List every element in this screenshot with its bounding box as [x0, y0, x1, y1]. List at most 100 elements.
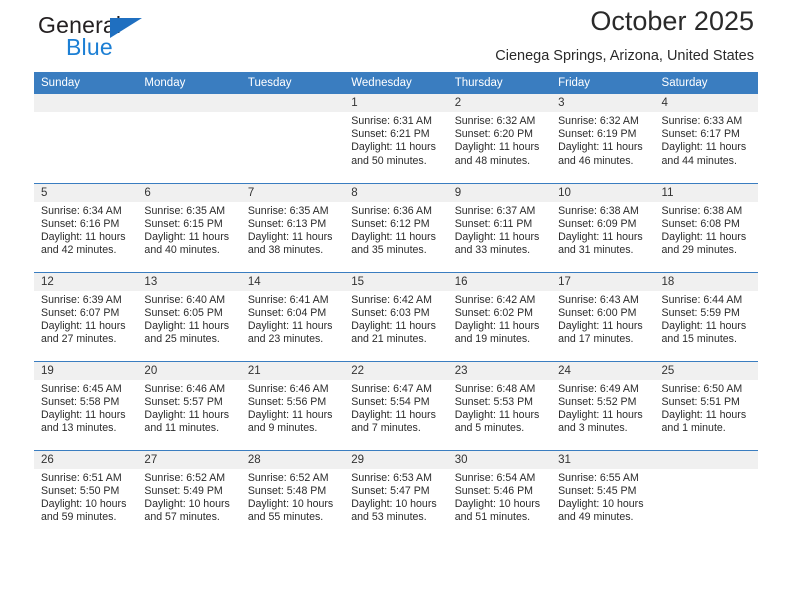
day-number: 15	[344, 272, 448, 291]
daylight-duration-line2: and 7 minutes.	[351, 422, 421, 435]
day-details: Sunrise: 6:54 AM Sunset: 5:46 PM Daylight:…	[448, 469, 551, 525]
calendar-day-cell[interactable]: 31 Sunrise: 6:55 AM Sunset: 5:45 PM Dayligh…	[551, 449, 655, 539]
calendar-day-cell[interactable]: 11 Sunrise: 6:38 AM Sunset: 6:08 PM Dayligh…	[654, 182, 758, 272]
daylight-duration-line2: and 29 minutes.	[661, 244, 737, 257]
day-details: Sunrise: 6:44 AM Sunset: 5:59 PM Daylight:…	[655, 291, 758, 347]
day-number: 16	[447, 272, 552, 291]
calendar-day-cell[interactable]: 22 Sunrise: 6:47 AM Sunset: 5:54 PM Dayligh…	[344, 360, 448, 450]
sunrise-time: Sunrise: 6:45 AM	[41, 382, 122, 395]
day-details: Sunrise: 6:32 AM Sunset: 6:19 PM Daylight:…	[551, 112, 654, 168]
daylight-duration-line2: and 49 minutes.	[558, 511, 634, 524]
calendar-day-cell[interactable]: 1 Sunrise: 6:31 AM Sunset: 6:21 PM Daylight…	[344, 94, 448, 183]
daylight-duration-line2: and 1 minute.	[661, 422, 726, 435]
sunrise-time: Sunrise: 6:54 AM	[454, 471, 536, 484]
daylight-duration-line1: Daylight: 11 hours	[661, 408, 747, 421]
calendar-day-cell[interactable]: 9 Sunrise: 6:37 AM Sunset: 6:11 PM Daylight…	[447, 182, 552, 272]
day-details: Sunrise: 6:31 AM Sunset: 6:21 PM Daylight:…	[344, 112, 447, 168]
calendar-day-cell[interactable]: 7 Sunrise: 6:35 AM Sunset: 6:13 PM Daylight…	[240, 182, 345, 272]
weekday-header-friday: Friday	[551, 72, 655, 94]
daylight-duration-line1: Daylight: 11 hours	[558, 230, 643, 243]
calendar-day-cell[interactable]: 3 Sunrise: 6:32 AM Sunset: 6:19 PM Daylight…	[551, 94, 655, 183]
sunrise-time: Sunrise: 6:32 AM	[454, 115, 536, 127]
calendar-cell-empty	[137, 94, 241, 183]
sunset-time: Sunset: 6:05 PM	[144, 306, 223, 319]
calendar-day-cell[interactable]: 27 Sunrise: 6:52 AM Sunset: 5:49 PM Dayligh…	[137, 449, 241, 539]
weekday-header-wednesday: Wednesday	[344, 72, 448, 94]
calendar-day-cell[interactable]: 5 Sunrise: 6:34 AM Sunset: 6:16 PM Daylight…	[34, 182, 138, 272]
day-number: 5	[34, 183, 138, 202]
calendar-day-cell[interactable]: 4 Sunrise: 6:33 AM Sunset: 6:17 PM Daylight…	[654, 94, 758, 183]
general-blue-logo[interactable]: General Blue	[38, 12, 218, 66]
calendar-day-cell[interactable]: 8 Sunrise: 6:36 AM Sunset: 6:12 PM Daylight…	[344, 182, 448, 272]
day-number: 22	[344, 361, 448, 380]
calendar-day-cell[interactable]: 13 Sunrise: 6:40 AM Sunset: 6:05 PM Dayligh…	[137, 271, 241, 361]
sunset-time: Sunset: 5:54 PM	[351, 395, 430, 408]
daylight-duration-line1: Daylight: 11 hours	[41, 408, 126, 421]
day-details: Sunrise: 6:48 AM Sunset: 5:53 PM Daylight:…	[448, 380, 551, 436]
calendar-day-cell[interactable]: 24 Sunrise: 6:49 AM Sunset: 5:52 PM Dayligh…	[551, 360, 655, 450]
calendar-day-cell[interactable]: 21 Sunrise: 6:46 AM Sunset: 5:56 PM Dayligh…	[240, 360, 345, 450]
sunrise-time: Sunrise: 6:43 AM	[558, 293, 639, 306]
calendar-day-cell[interactable]: 23 Sunrise: 6:48 AM Sunset: 5:53 PM Dayligh…	[447, 360, 552, 450]
sunrise-time: Sunrise: 6:44 AM	[661, 293, 743, 306]
sunset-time: Sunset: 6:21 PM	[351, 128, 430, 141]
page-title: October 2025	[590, 6, 754, 36]
daylight-duration-line2: and 35 minutes.	[351, 244, 427, 257]
daylight-duration-line2: and 57 minutes.	[144, 511, 220, 524]
calendar-day-cell[interactable]: 14 Sunrise: 6:41 AM Sunset: 6:04 PM Dayligh…	[240, 271, 345, 361]
calendar-day-cell[interactable]: 20 Sunrise: 6:46 AM Sunset: 5:57 PM Dayligh…	[137, 360, 241, 450]
sunrise-time: Sunrise: 6:42 AM	[351, 293, 432, 306]
day-number: 14	[240, 272, 345, 291]
calendar-day-cell[interactable]: 18 Sunrise: 6:44 AM Sunset: 5:59 PM Dayligh…	[654, 271, 758, 361]
day-details: Sunrise: 6:39 AM Sunset: 6:07 PM Daylight:…	[34, 291, 137, 347]
day-number: 9	[447, 183, 552, 202]
calendar-day-cell[interactable]: 30 Sunrise: 6:54 AM Sunset: 5:46 PM Dayligh…	[447, 449, 552, 539]
sunrise-time: Sunrise: 6:52 AM	[144, 471, 226, 484]
calendar-day-cell[interactable]: 25 Sunrise: 6:50 AM Sunset: 5:51 PM Dayligh…	[654, 360, 758, 450]
calendar-day-cell[interactable]: 6 Sunrise: 6:35 AM Sunset: 6:15 PM Daylight…	[137, 182, 241, 272]
daylight-duration-line1: Daylight: 11 hours	[351, 141, 436, 154]
weekday-header-sunday: Sunday	[34, 72, 138, 94]
sunrise-time: Sunrise: 6:38 AM	[661, 204, 743, 217]
day-number: 26	[34, 450, 138, 469]
sunset-time: Sunset: 5:52 PM	[558, 395, 637, 408]
daylight-duration-line1: Daylight: 11 hours	[661, 141, 747, 154]
calendar-day-cell[interactable]: 16 Sunrise: 6:42 AM Sunset: 6:02 PM Dayligh…	[447, 271, 552, 361]
calendar-week-row: 1 Sunrise: 6:31 AM Sunset: 6:21 PM Daylight…	[34, 94, 758, 183]
daylight-duration-line2: and 50 minutes.	[351, 154, 427, 167]
weekday-header-row: Sunday Monday Tuesday Wednesday Thursday…	[34, 72, 758, 94]
daylight-duration-line2: and 42 minutes.	[41, 244, 117, 257]
calendar-day-cell[interactable]: 15 Sunrise: 6:42 AM Sunset: 6:03 PM Dayligh…	[344, 271, 448, 361]
sunset-time: Sunset: 6:16 PM	[41, 217, 120, 230]
day-number	[240, 94, 345, 112]
daylight-duration-line1: Daylight: 10 hours	[454, 497, 541, 510]
sunrise-time: Sunrise: 6:31 AM	[351, 115, 432, 127]
day-number	[654, 450, 758, 469]
calendar-day-cell[interactable]: 28 Sunrise: 6:52 AM Sunset: 5:48 PM Dayligh…	[240, 449, 345, 539]
sunrise-time: Sunrise: 6:32 AM	[558, 115, 639, 127]
calendar-day-cell[interactable]: 17 Sunrise: 6:43 AM Sunset: 6:00 PM Dayligh…	[551, 271, 655, 361]
calendar-day-cell[interactable]: 12 Sunrise: 6:39 AM Sunset: 6:07 PM Dayligh…	[34, 271, 138, 361]
daylight-duration-line2: and 27 minutes.	[41, 333, 117, 346]
triangle-icon	[110, 18, 142, 38]
calendar-week-row: 19 Sunrise: 6:45 AM Sunset: 5:58 PM Dayligh…	[34, 360, 758, 450]
sunrise-time: Sunrise: 6:33 AM	[661, 115, 743, 127]
sunset-time: Sunset: 5:59 PM	[661, 306, 740, 319]
calendar-day-cell[interactable]: 19 Sunrise: 6:45 AM Sunset: 5:58 PM Dayligh…	[34, 360, 138, 450]
daylight-duration-line1: Daylight: 11 hours	[247, 319, 333, 332]
daylight-duration-line2: and 23 minutes.	[247, 333, 324, 346]
sunset-time: Sunset: 6:19 PM	[558, 128, 637, 141]
day-number: 11	[654, 183, 758, 202]
calendar-day-cell[interactable]: 2 Sunrise: 6:32 AM Sunset: 6:20 PM Daylight…	[447, 94, 552, 183]
day-details: Sunrise: 6:33 AM Sunset: 6:17 PM Daylight:…	[655, 112, 758, 168]
day-number: 19	[34, 361, 138, 380]
sunrise-time: Sunrise: 6:38 AM	[558, 204, 639, 217]
daylight-duration-line2: and 31 minutes.	[558, 244, 634, 257]
calendar-day-cell[interactable]: 26 Sunrise: 6:51 AM Sunset: 5:50 PM Dayligh…	[34, 449, 138, 539]
sunset-time: Sunset: 6:03 PM	[351, 306, 430, 319]
sunset-time: Sunset: 5:56 PM	[247, 395, 327, 408]
calendar-day-cell[interactable]: 10 Sunrise: 6:38 AM Sunset: 6:09 PM Dayligh…	[551, 182, 655, 272]
day-details: Sunrise: 6:46 AM Sunset: 5:56 PM Daylight:…	[241, 380, 344, 436]
day-details: Sunrise: 6:46 AM Sunset: 5:57 PM Daylight:…	[137, 380, 240, 436]
calendar-day-cell[interactable]: 29 Sunrise: 6:53 AM Sunset: 5:47 PM Dayligh…	[344, 449, 448, 539]
